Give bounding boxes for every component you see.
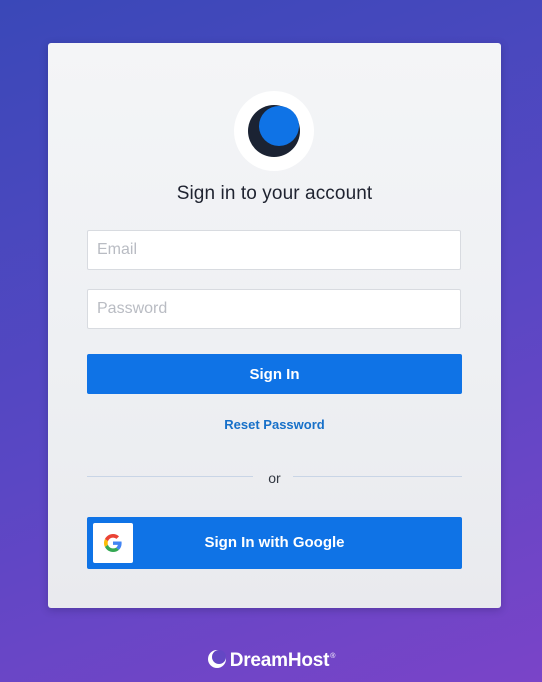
dreamhost-moon-icon <box>207 650 226 668</box>
page-title: Sign in to your account <box>176 183 373 204</box>
dreamhost-moon-icon <box>248 105 300 157</box>
brand-name: DreamHost <box>229 650 330 671</box>
email-field[interactable] <box>87 230 461 270</box>
login-card: Sign in to your account Sign In Reset Pa… <box>48 43 501 608</box>
google-sign-in-button[interactable]: Sign In with Google <box>87 517 462 569</box>
password-field[interactable] <box>87 289 461 329</box>
dreamhost-logo <box>234 91 314 171</box>
trademark-symbol: ® <box>330 653 336 660</box>
dreamhost-footer-logo: DreamHost® <box>0 645 542 673</box>
google-sign-in-label: Sign In with Google <box>204 534 345 551</box>
sign-in-button[interactable]: Sign In <box>87 354 462 394</box>
divider-or-text: or <box>268 470 281 486</box>
divider-right <box>293 476 462 477</box>
reset-password-link[interactable]: Reset Password <box>48 417 501 432</box>
